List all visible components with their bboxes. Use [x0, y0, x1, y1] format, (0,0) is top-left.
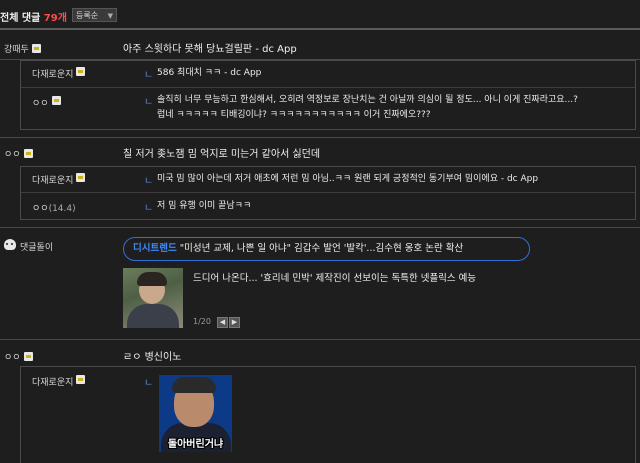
reply-list: 다재로운지 ㄴ: [20, 366, 636, 463]
gallog-icon[interactable]: [23, 149, 33, 158]
gallog-icon[interactable]: [23, 352, 33, 361]
image-caption: 돌아버린거냐: [167, 439, 224, 450]
reply-text: 586 최대치 ㅋㅋ - dc App: [157, 68, 262, 78]
divider: [0, 137, 640, 138]
reply-arrow-icon: ㄴ: [144, 97, 154, 108]
ad-thumbnail[interactable]: [123, 268, 183, 328]
reply-nick[interactable]: 다재로운지: [32, 173, 86, 186]
dccon-image[interactable]: 돌아버린거냐: [159, 375, 232, 452]
comment-count: 79개: [43, 13, 67, 24]
reply-nick[interactable]: 다재로운지: [32, 67, 86, 80]
reply-ip: (14.4): [48, 204, 76, 214]
prev-icon[interactable]: ◀: [217, 317, 228, 328]
divider: [21, 192, 635, 193]
reply-text-line: 솔직히 너무 무능하고 한심해서, 오히려 역정보로 장난치는 건 아닐까 의심…: [157, 95, 578, 105]
bot-icon: [4, 239, 16, 250]
ad-pager: 1/20: [193, 317, 211, 326]
next-icon[interactable]: ▶: [229, 317, 240, 328]
comment-text: ㄹㅇ 병신이노: [123, 352, 182, 363]
reply-text-line: 럽네 ㅋㅋㅋㅋㅋ 티배깅이냐? ㅋㅋㅋㅋㅋㅋㅋㅋㅋㅋㅋ 이거 진짜에오???: [157, 110, 431, 120]
gallog-icon[interactable]: [31, 44, 41, 53]
divider: [0, 339, 640, 340]
divider: [0, 227, 640, 228]
reply-arrow-icon: ㄴ: [144, 378, 154, 389]
reply-text: 미국 밈 많이 아는데 저거 애초에 저런 밈 아님..ㅋㅋ 원랜 되게 긍정적…: [157, 174, 539, 184]
comment-nick[interactable]: ㅇㅇ: [4, 147, 33, 160]
reply-text: 저 밈 유행 이미 끝남ㅋㅋ: [157, 201, 252, 211]
reply-arrow-icon: ㄴ: [144, 176, 154, 187]
reply-nick[interactable]: ㅇㅇ: [32, 96, 61, 109]
gallog-icon[interactable]: [76, 67, 86, 76]
reply-nick[interactable]: ㅇㅇ(14.4): [32, 201, 76, 214]
reply-arrow-icon: ㄴ: [144, 203, 154, 214]
gallog-icon[interactable]: [76, 375, 86, 384]
reply-arrow-icon: ㄴ: [144, 70, 154, 81]
comments-title: 전체 댓글 79개: [0, 13, 67, 24]
comment-text: 아주 스윗하다 못해 당뇨걸릴판 - dc App: [123, 44, 297, 55]
comments-header: 전체 댓글 79개 등록순 ▼: [0, 0, 640, 30]
ad-text-link[interactable]: 드디어 나온다... '효리네 민박' 제작진이 선보이는 독특한 넷플릭스 예…: [193, 270, 476, 284]
bot-nick: 댓글돌이: [20, 243, 54, 253]
comment-text: 칠 저거 좆노잼 밈 억지로 미는거 같아서 싫던데: [123, 149, 321, 160]
reply-list: 다재로운지 ㄴ 586 최대치 ㅋㅋ - dc App ㅇㅇ ㄴ 솔직히 너무 …: [20, 60, 636, 130]
comment-nick[interactable]: ㅇㅇ: [4, 350, 33, 363]
trend-headline-link[interactable]: 디시트렌드 "미성년 교제, 나쁜 일 아냐" 김갑수 발언 '발칵'...김수…: [123, 237, 530, 261]
gallog-icon[interactable]: [76, 173, 86, 182]
comment-nick[interactable]: 강때두: [4, 42, 41, 55]
chevron-down-icon: ▼: [107, 12, 113, 20]
trend-site-label: 디시트렌드: [133, 243, 177, 254]
reply-list: 다재로운지 ㄴ 미국 밈 많이 아는데 저거 애초에 저런 밈 아님..ㅋㅋ 원…: [20, 166, 636, 220]
sort-select[interactable]: 등록순 ▼: [72, 8, 117, 22]
divider: [21, 87, 635, 88]
reply-nick[interactable]: 다재로운지: [32, 375, 86, 388]
gallog-icon[interactable]: [51, 96, 61, 105]
